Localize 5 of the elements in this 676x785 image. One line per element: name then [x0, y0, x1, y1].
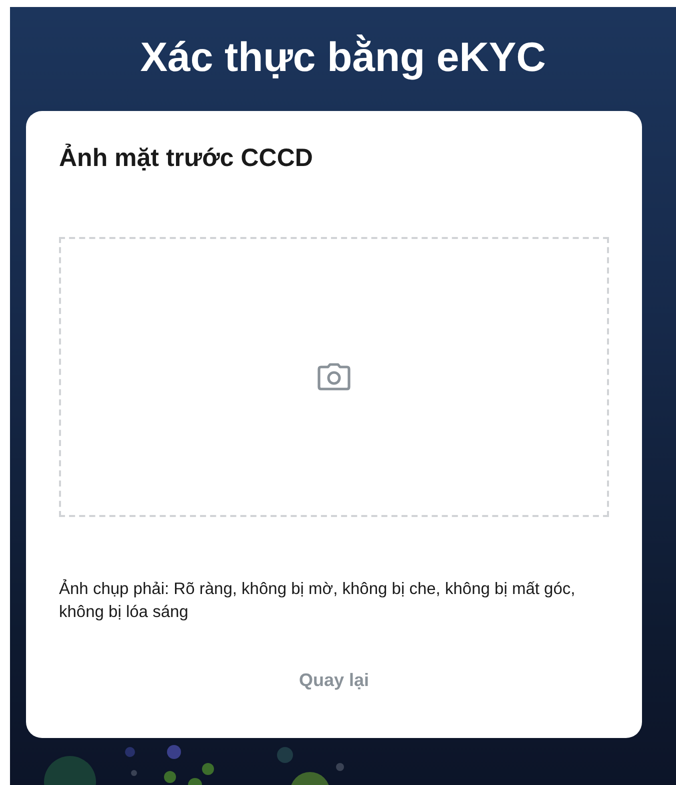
photo-requirements-text: Ảnh chụp phải: Rõ ràng, không bị mờ, không bị che, không bị mất góc, không bị lóa sáng — [59, 578, 576, 623]
card-title: Ảnh mặt trước CCCD — [59, 142, 314, 174]
camera-icon — [317, 363, 351, 391]
photo-upload-area[interactable] — [59, 237, 609, 517]
page-title: Xác thực bằng eKYC — [140, 33, 546, 82]
